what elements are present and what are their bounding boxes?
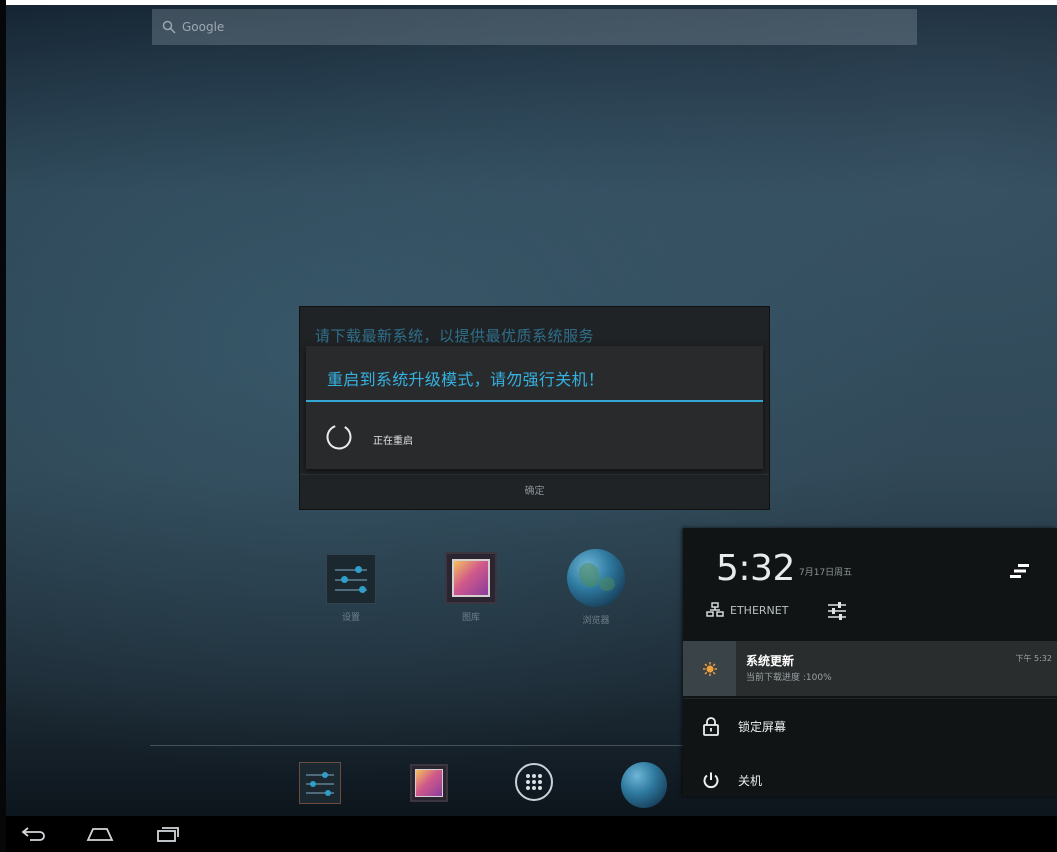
home-icon <box>86 828 114 841</box>
settings-icon <box>326 554 376 604</box>
ethernet-label: ETHERNET <box>730 603 789 617</box>
home-screen: Google 请下载最新系统，以提供最优质系统服务 确定 重启到系统升级模式，请… <box>6 5 1057 852</box>
back-button[interactable] <box>16 820 52 848</box>
dialog-divider <box>300 474 769 475</box>
app-gallery[interactable]: 图库 <box>445 552 497 623</box>
gallery-icon <box>445 552 497 604</box>
search-label: Google <box>182 20 225 34</box>
loading-spinner-icon <box>326 424 352 450</box>
app-label: 图库 <box>461 613 480 623</box>
dialog-message: 正在重启 <box>373 436 413 447</box>
recents-button[interactable] <box>150 820 186 848</box>
update-prompt-title: 请下载最新系统，以提供最优质系统服务 <box>315 327 595 345</box>
search-icon <box>162 20 176 34</box>
navigation-bar <box>6 816 1057 852</box>
app-browser[interactable]: 浏览器 <box>567 549 625 626</box>
dock-settings-icon[interactable] <box>299 762 341 804</box>
recents-icon <box>157 827 179 842</box>
dock-browser-globe-icon[interactable] <box>621 762 667 808</box>
update-sun-icon <box>702 661 717 676</box>
lock-screen-button[interactable]: 锁定屏幕 <box>683 701 1057 751</box>
notification-title: 系统更新 <box>746 654 795 668</box>
quick-settings-icon[interactable] <box>826 601 848 621</box>
clock-date: 7月17日周五 <box>799 568 853 578</box>
home-button[interactable] <box>82 820 118 848</box>
clock-time: 5:32 <box>716 548 795 589</box>
back-icon <box>21 827 45 841</box>
lock-icon <box>702 717 719 736</box>
power-off-button[interactable]: 关机 <box>683 755 1057 805</box>
notification-icon-area <box>683 641 736 696</box>
system-update-notification[interactable]: 系统更新 当前下载进度 :100% 下午 5:32 <box>683 641 1057 696</box>
ok-button[interactable]: 确定 <box>300 482 769 497</box>
dialog-title-divider <box>306 400 763 402</box>
clear-notifications-icon[interactable] <box>1009 562 1031 580</box>
ethernet-status: ETHERNET <box>706 602 788 618</box>
notification-panel: 5:32 7月17日周五 ETHERNET 系统更新 当前下载进度:100% … <box>683 528 1057 796</box>
lock-screen-label: 锁定屏幕 <box>738 719 787 734</box>
notification-time: 下午 5:32 <box>1015 654 1052 663</box>
notification-subtitle: 当前下载进度 :100% <box>746 673 832 683</box>
google-search-bar[interactable]: Google <box>152 9 917 45</box>
app-label: 设置 <box>341 613 360 623</box>
all-apps-button[interactable] <box>515 763 553 801</box>
power-off-label: 关机 <box>738 773 763 788</box>
power-icon <box>703 772 718 789</box>
app-label: 浏览器 <box>582 616 610 626</box>
dialog-title: 重启到系统升级模式，请勿强行关机！ <box>327 370 605 389</box>
reboot-progress-dialog: 重启到系统升级模式，请勿强行关机！ 正在重启 <box>306 346 763 469</box>
browser-globe-icon <box>567 549 625 607</box>
ethernet-icon <box>706 602 724 617</box>
all-apps-icon <box>526 774 542 790</box>
dock-gallery-icon[interactable] <box>410 764 448 802</box>
panel-divider <box>683 698 1057 699</box>
app-settings[interactable]: 设置 <box>326 554 376 623</box>
